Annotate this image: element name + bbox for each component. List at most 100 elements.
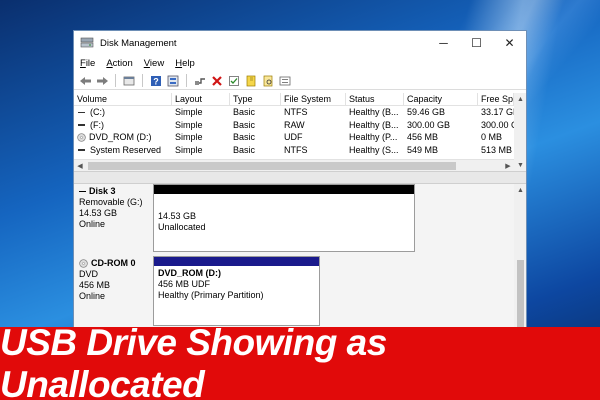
svg-text:?: ? — [153, 76, 159, 86]
volume-type: Basic — [233, 144, 256, 155]
disk-kind: Removable (G:) — [79, 197, 143, 207]
volume-list-header: Volume Layout Type File System Status Ca… — [74, 93, 514, 106]
volume-free-space: 33.17 GB — [481, 107, 514, 117]
volume-layout: Simple — [175, 132, 203, 142]
volume-file-system: UDF — [284, 132, 303, 142]
delete-icon[interactable] — [210, 74, 224, 88]
volume-type: Basic — [233, 132, 256, 142]
open-icon[interactable] — [244, 74, 258, 88]
back-icon[interactable] — [78, 74, 92, 88]
volume-file-system: RAW — [284, 119, 305, 130]
column-header-file-system[interactable]: File System — [281, 93, 346, 105]
scrollbar-thumb[interactable] — [517, 260, 524, 329]
table-row[interactable]: DVD_ROM (D:) Simple Basic UDF Healthy (P… — [74, 131, 514, 144]
volume-icon — [78, 149, 85, 151]
table-row[interactable]: (C:) Simple Basic NTFS Healthy (B... 59.… — [74, 106, 514, 119]
horizontal-scrollbar[interactable]: ◀ ▶ — [74, 159, 514, 171]
partition-size: 456 MB UDF — [158, 279, 211, 289]
toolbar: ? — [74, 72, 526, 90]
dvd-rom-partition[interactable]: DVD_ROM (D:) 456 MB UDF Healthy (Primary… — [153, 256, 320, 326]
volume-type: Basic — [233, 119, 256, 130]
column-header-layout[interactable]: Layout — [172, 93, 230, 105]
disk-name: Disk 3 — [89, 186, 116, 196]
disk-name: CD-ROM 0 — [91, 258, 136, 268]
partition-name: DVD_ROM (D:) — [158, 268, 221, 278]
disk-management-window: Disk Management ─ ☐ ✕ File Action View H… — [73, 30, 527, 330]
volume-layout: Simple — [175, 119, 203, 130]
toolbar-separator — [115, 74, 116, 87]
menu-file[interactable]: File — [80, 58, 95, 69]
toolbar-separator — [186, 74, 187, 87]
column-header-free-space[interactable]: Free Spa... — [478, 93, 514, 105]
table-row[interactable]: System Reserved Simple Basic NTFS Health… — [74, 144, 514, 157]
explore-icon[interactable] — [261, 74, 275, 88]
disk-kind: DVD — [79, 269, 99, 279]
pane-splitter[interactable] — [74, 171, 526, 184]
volume-status: Healthy (S... — [349, 144, 399, 155]
check-icon[interactable] — [227, 74, 241, 88]
volume-status: Healthy (B... — [349, 107, 399, 117]
disk-map-vertical-scrollbar[interactable]: ▲ — [514, 184, 526, 329]
column-header-type[interactable]: Type — [230, 93, 281, 105]
volume-name: (C:) — [90, 107, 105, 117]
column-header-status[interactable]: Status — [346, 93, 404, 105]
volume-name: DVD_ROM (D:) — [89, 132, 152, 142]
help-icon[interactable]: ? — [149, 74, 163, 88]
column-header-capacity[interactable]: Capacity — [404, 93, 478, 105]
disk-size: 456 MB — [79, 280, 111, 290]
volume-free-space: 0 MB — [481, 132, 503, 142]
volume-name: (F:) — [90, 119, 104, 130]
volume-layout: Simple — [175, 144, 203, 155]
unallocated-partition[interactable]: 14.53 GB Unallocated — [153, 184, 415, 252]
refresh-icon[interactable] — [166, 74, 180, 88]
volume-capacity: 456 MB — [407, 132, 439, 142]
volume-file-system: NTFS — [284, 107, 308, 117]
minimize-button[interactable]: ─ — [427, 31, 460, 55]
banner-text: USB Drive Showing as Unallocated — [0, 321, 387, 400]
column-header-volume[interactable]: Volume — [74, 93, 172, 105]
list-icon[interactable] — [278, 74, 292, 88]
disk-3-label[interactable]: Disk 3 Removable (G:) 14.53 GB Online — [79, 186, 143, 230]
maximize-button[interactable]: ☐ — [460, 31, 493, 55]
partition-status: Unallocated — [158, 222, 206, 232]
scroll-up-icon[interactable]: ▲ — [514, 93, 526, 105]
scroll-up-icon[interactable]: ▲ — [514, 184, 526, 196]
volume-icon — [78, 111, 85, 113]
connect-icon[interactable] — [193, 74, 207, 88]
volume-layout: Simple — [175, 107, 203, 117]
disk-status: Online — [79, 219, 106, 229]
disc-icon — [77, 133, 86, 142]
caption-banner: USB Drive Showing as Unallocated — [0, 322, 600, 400]
disk-management-icon — [80, 37, 94, 48]
volume-status: Healthy (B... — [349, 119, 399, 130]
volume-capacity: 300.00 GB — [407, 119, 451, 130]
toolbar-separator — [142, 74, 143, 87]
scroll-down-icon[interactable]: ▼ — [514, 159, 526, 171]
volume-status: Healthy (P... — [349, 132, 398, 142]
menu-view[interactable]: View — [144, 58, 164, 69]
volume-list-vertical-scrollbar[interactable]: ▲ ▼ — [514, 93, 526, 171]
cd-rom-0-label[interactable]: CD-ROM 0 DVD 456 MB Online — [79, 258, 136, 302]
volume-file-system: NTFS — [284, 144, 308, 155]
volume-free-space: 300.00 GB — [481, 119, 514, 130]
partition-size: 14.53 GB — [158, 211, 197, 221]
disk-icon — [79, 190, 86, 193]
close-button[interactable]: ✕ — [493, 31, 526, 55]
disk-status: Online — [79, 291, 106, 301]
menu-help[interactable]: Help — [175, 58, 195, 69]
volume-capacity: 549 MB — [407, 144, 439, 155]
volume-capacity: 59.46 GB — [407, 107, 446, 117]
title-bar: Disk Management ─ ☐ ✕ — [74, 31, 526, 55]
menu-action[interactable]: Action — [106, 58, 132, 69]
disk-size: 14.53 GB — [79, 208, 118, 218]
menu-bar: File Action View Help — [74, 55, 526, 72]
volume-name: System Reserved — [90, 144, 162, 155]
volume-icon — [78, 124, 85, 126]
partition-bar — [154, 257, 319, 266]
window-title: Disk Management — [100, 37, 177, 49]
table-row[interactable]: (F:) Simple Basic RAW Healthy (B... 300.… — [74, 119, 514, 132]
volume-type: Basic — [233, 107, 256, 117]
scrollbar-thumb[interactable] — [88, 162, 456, 170]
properties-icon[interactable] — [122, 74, 136, 88]
forward-icon[interactable] — [95, 74, 109, 88]
